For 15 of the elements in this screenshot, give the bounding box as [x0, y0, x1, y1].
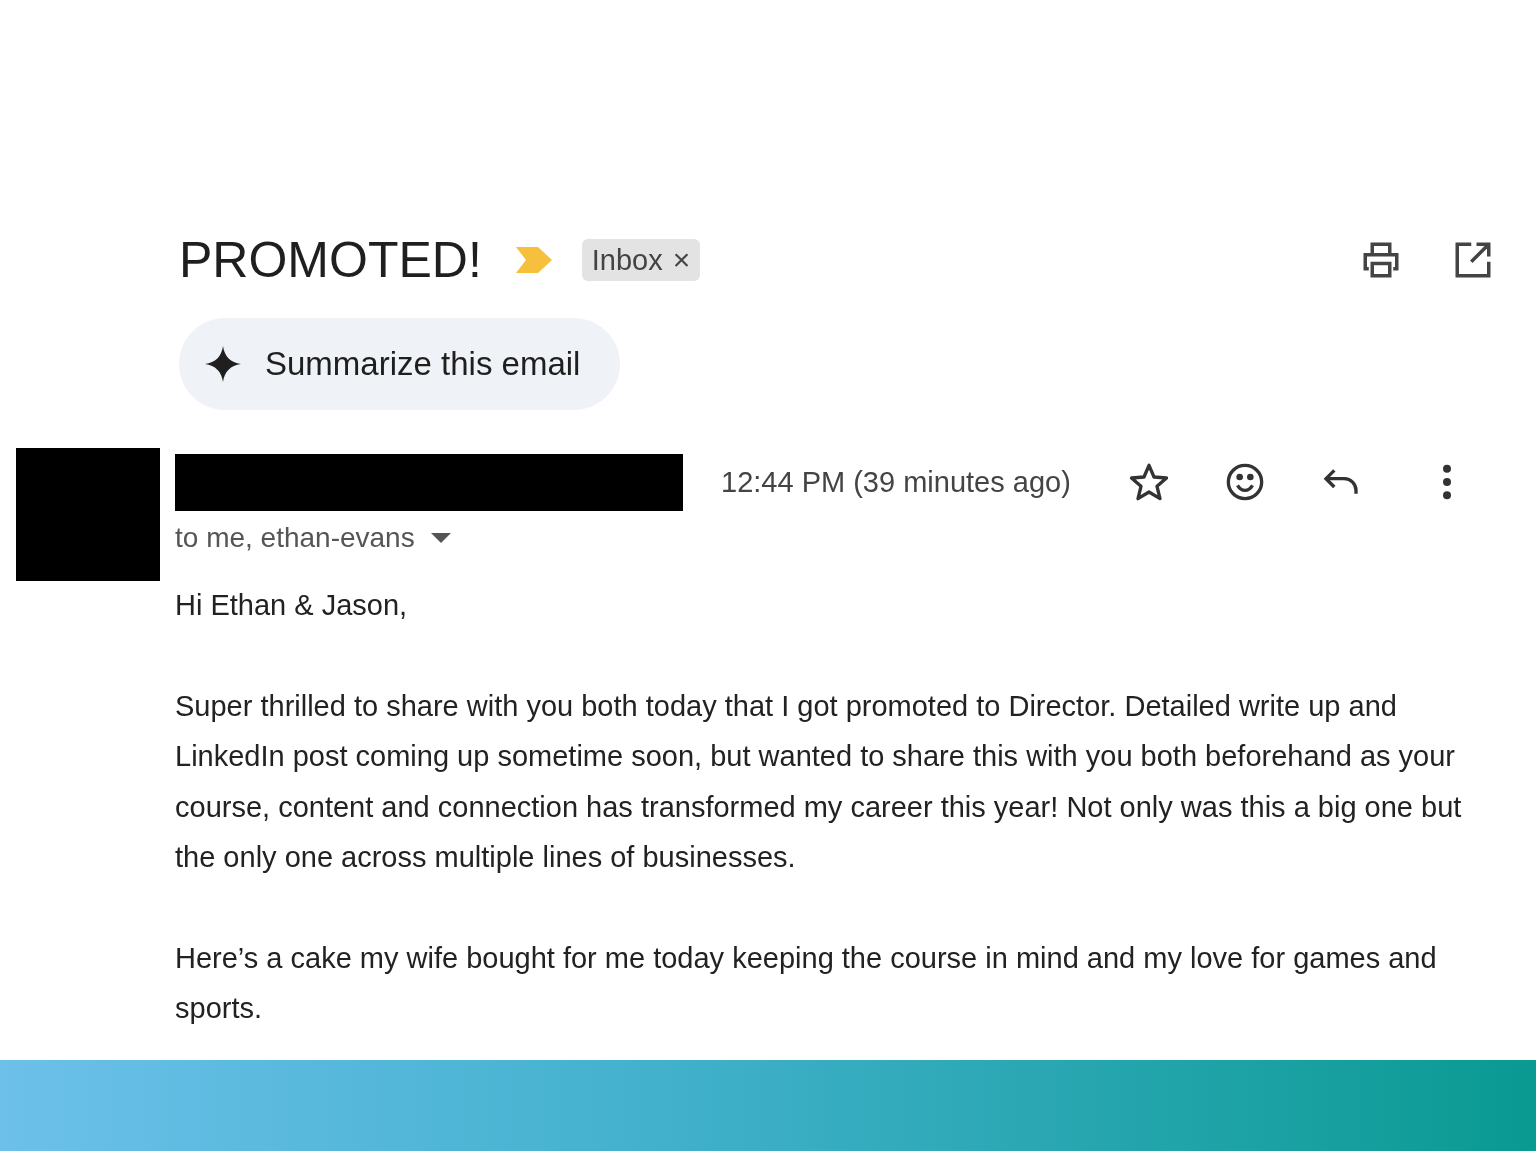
caret-icon	[430, 533, 451, 543]
sparkle-icon	[205, 346, 241, 382]
star-icon[interactable]	[1128, 462, 1169, 502]
body-paragraph: Here’s a cake my wife bought for me today keeping the course in mind and my love for games and sports.	[175, 940, 1438, 1026]
summarize-button[interactable]: Summarize this email	[179, 318, 621, 410]
more-options-icon[interactable]	[1440, 462, 1453, 502]
body-paragraph: Hi Ethan & Jason,	[175, 588, 409, 623]
emoji-reaction-icon[interactable]	[1224, 462, 1265, 502]
recipients-dropdown[interactable]: to me, ethan-evans	[175, 522, 451, 554]
label-chip[interactable]: Inbox ×	[581, 239, 701, 281]
remove-label-button[interactable]: ×	[672, 243, 691, 277]
body-paragraph: Super thrilled to share with you both today that I got promoted to Director. Detailed write up and LinkedIn post coming up sometime soon, but wanted to share this with you both beforehand as your course, content and connection has transformed my career this year! Not only was this a big one but the only one across multiple lines of businesses.	[175, 688, 1463, 875]
importance-marker-icon[interactable]	[515, 247, 552, 273]
email-subject: PROMOTED!	[179, 231, 482, 290]
message-timestamp: 12:44 PM (39 minutes ago)	[721, 465, 1071, 499]
